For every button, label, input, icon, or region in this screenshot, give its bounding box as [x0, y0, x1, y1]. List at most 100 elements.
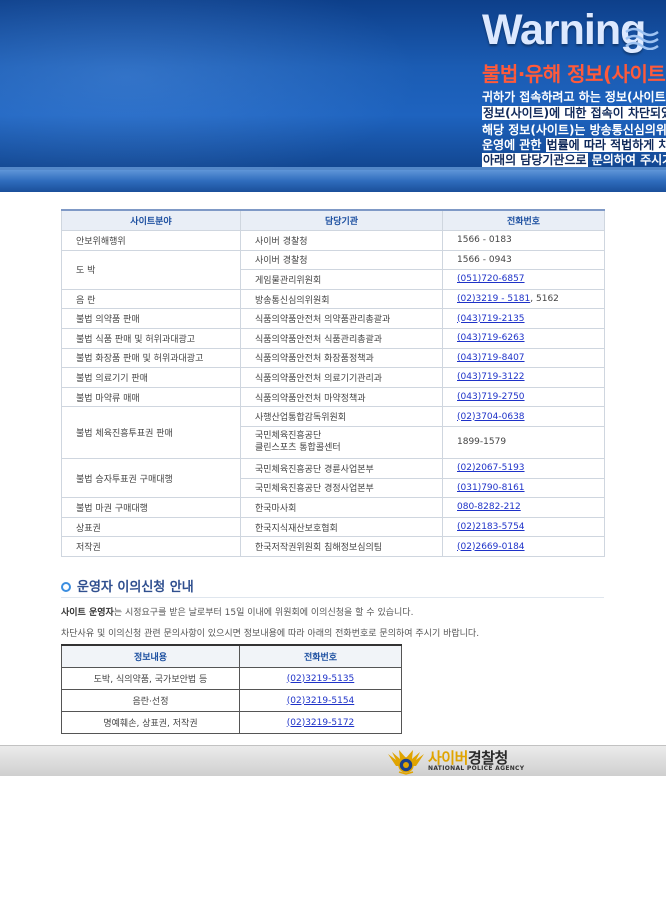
phone-number: (02)2183-5754 [442, 516, 605, 538]
site-field: 불법 승자투표권 구매대행 [61, 457, 241, 499]
table-row: 불법 마약류 매매 식품의약품안전처 마약정책과 (043)719-2750 [61, 386, 605, 408]
phone-number: (043)719-2135 [442, 308, 605, 329]
circle-bullet-icon [61, 581, 71, 592]
site-field: 불법 의료기기 판매 [61, 367, 241, 388]
phone-number: (02)3219 - 5181, 5162 [442, 288, 605, 310]
agency-name: 식품의약품안전처 의약품관리총괄과 [240, 308, 443, 329]
phone-number: (031)790-8161 [442, 477, 605, 499]
phone-link[interactable]: (043)719-6263 [457, 333, 525, 343]
banner-line-4-text: 운영에 관한 [482, 138, 546, 152]
table-row: 불법 의료기기 판매 식품의약품안전처 의료기기관리과 (043)719-312… [61, 367, 605, 388]
phone-number: (02)3219-5154 [239, 689, 402, 712]
agency-name: 게임물관리위원회 [240, 269, 443, 290]
agency-name: 국민체육진흥공단 클린스포츠 통합콜센터 [240, 425, 443, 459]
notice-bold: 사이트 운영자 [61, 608, 114, 618]
table-row: 불법 식품 판매 및 허위과대광고 식품의약품안전처 식품관리총괄과 (043)… [61, 327, 605, 349]
police-logo-subtitle: NATIONAL POLICE AGENCY [428, 765, 525, 772]
phone-link[interactable]: (043)719-8407 [457, 353, 525, 363]
agency-name: 사이버 경찰청 [240, 230, 443, 251]
phone-number: 1566 - 0183 [442, 230, 605, 251]
site-field: 저작권 [61, 536, 241, 557]
phone-link[interactable]: (043)719-2750 [457, 392, 525, 402]
table-row: 도박, 식의약품, 국가보안법 등 (02)3219-5135 [61, 667, 402, 690]
table-header-row: 정보내용 전화번호 [61, 644, 402, 668]
agency-name: 식품의약품안전처 화장품정책과 [240, 347, 443, 369]
phone-link[interactable]: (02)3704-0638 [457, 412, 525, 422]
banner-line-2: 정보(사이트)에 대한 접속이 차단되었 [482, 105, 666, 121]
phone-number: (02)2067-5193 [442, 457, 605, 479]
phone-link[interactable]: (02)2669-0184 [457, 542, 525, 552]
table-row: 불법 승자투표권 구매대행 국민체육진흥공단 경륜사업본부 (02)2067-5… [61, 457, 605, 499]
agency-name: 사행산업통합감독위원회 [240, 406, 443, 427]
banner-background [0, 0, 420, 192]
notice-line-1: 사이트 운영자는 시정요구를 받은 날로부터 15일 이내에 위원회에 이의신청… [61, 605, 413, 618]
info-content: 음란·선정 [61, 689, 240, 712]
phone-link[interactable]: (031)790-8161 [457, 483, 525, 493]
agency-name: 한국지식재산보호협회 [240, 516, 443, 538]
phone-link[interactable]: (02)2183-5754 [457, 522, 525, 532]
site-field: 불법 의약품 판매 [61, 308, 241, 329]
illegal-info-title: 불법·유해 정보(사이트 [482, 62, 666, 86]
warning-title: Warning [482, 6, 646, 54]
phone-link[interactable]: (02)3219-5172 [287, 718, 355, 728]
table-row: 안보위해행위 사이버 경찰청 1566 - 0183 [61, 230, 605, 251]
table-row: 음 란 방송통신심의위원회 (02)3219 - 5181, 5162 [61, 288, 605, 310]
table-row: 음란·선정 (02)3219-5154 [61, 689, 402, 712]
table-row: 불법 의약품 판매 식품의약품안전처 의약품관리총괄과 (043)719-213… [61, 308, 605, 329]
column-header: 전화번호 [239, 644, 402, 668]
column-header: 전화번호 [442, 209, 605, 231]
phone-number: (043)719-3122 [442, 367, 605, 388]
agency-name: 방송통신심의위원회 [240, 288, 443, 310]
phone-number: (043)719-6263 [442, 327, 605, 349]
section-divider [61, 597, 604, 598]
column-header: 사이트분야 [61, 209, 241, 231]
banner-line-4: 운영에 관한 법률에 따라 적법하게 차단 [482, 137, 666, 153]
agency-name: 한국저작권위원회 침해정보심의팀 [240, 536, 443, 557]
site-field: 불법 체육진흥투표권 판매 [61, 406, 241, 459]
agency-name: 식품의약품안전처 마약정책과 [240, 386, 443, 408]
phone-number: (051)720-6857 [442, 269, 605, 290]
phone-number: (043)719-8407 [442, 347, 605, 369]
banner-highlight: 법률에 따라 적법하게 차단 [545, 138, 666, 152]
phone-number: (02)3704-0638 [442, 406, 605, 427]
info-content: 명예훼손, 상표권, 저작권 [61, 711, 240, 734]
banner-highlight: 정보(사이트)에 대한 접속이 차단되었 [482, 106, 666, 120]
info-content: 도박, 식의약품, 국가보안법 등 [61, 667, 240, 690]
banner-line-3: 해당 정보(사이트)는 방송통신심의위원 [482, 123, 666, 137]
agency-name: 한국마사회 [240, 497, 443, 518]
table-row: 상표권 한국지식재산보호협회 (02)2183-5754 [61, 516, 605, 538]
section-title-text: 운영자 이의신청 안내 [77, 580, 194, 595]
phone-link[interactable]: (043)719-3122 [457, 372, 525, 382]
banner-line-5-text: 문의하여 주시기 [587, 153, 666, 167]
phone-link[interactable]: (02)3219 - 5181 [457, 294, 530, 304]
site-field: 불법 식품 판매 및 허위과대광고 [61, 327, 241, 349]
agency-name: 식품의약품안전처 의료기기관리과 [240, 367, 443, 388]
phone-link[interactable]: (02)3219-5135 [287, 674, 355, 684]
phone-link[interactable]: 080-8282-212 [457, 502, 521, 512]
table-row: 저작권 한국저작권위원회 침해정보심의팀 (02)2669-0184 [61, 536, 605, 557]
phone-number: (043)719-2750 [442, 386, 605, 408]
agency-name: 국민체육진흥공단 경정사업본부 [240, 477, 443, 499]
phone-link[interactable]: (02)2067-5193 [457, 463, 525, 473]
site-field: 상표권 [61, 516, 241, 538]
agency-name: 국민체육진흥공단 경륜사업본부 [240, 457, 443, 479]
agency-name: 사이버 경찰청 [240, 249, 443, 271]
phone-extension: , 5162 [530, 294, 559, 305]
warning-banner: Warning 불법·유해 정보(사이트 귀하가 접속하려고 하는 정보(사이트… [0, 0, 666, 192]
banner-line-1: 귀하가 접속하려고 하는 정보(사이트)에 [482, 90, 666, 104]
banner-highlight: 아래의 담당기관으로 [482, 153, 588, 167]
phone-number: 080-8282-212 [442, 497, 605, 518]
agency-name-line: 클린스포츠 통합콜센터 [255, 443, 341, 454]
phone-link[interactable]: (043)719-2135 [457, 314, 525, 324]
phone-link[interactable]: (02)3219-5154 [287, 696, 355, 706]
phone-number: 1899-1579 [442, 425, 605, 459]
police-emblem-icon [388, 750, 424, 775]
table-row: 도 박 사이버 경찰청 1566 - 0943 [61, 249, 605, 290]
site-field: 불법 마권 구매대행 [61, 497, 241, 518]
footer-bar: 사이버경찰청 NATIONAL POLICE AGENCY [0, 745, 666, 776]
agency-name: 식품의약품안전처 식품관리총괄과 [240, 327, 443, 349]
phone-link[interactable]: (051)720-6857 [457, 274, 525, 284]
agency-name-line: 국민체육진흥공단 [255, 431, 322, 442]
site-field: 불법 마약류 매매 [61, 386, 241, 408]
section-title: 운영자 이의신청 안내 [61, 576, 194, 595]
